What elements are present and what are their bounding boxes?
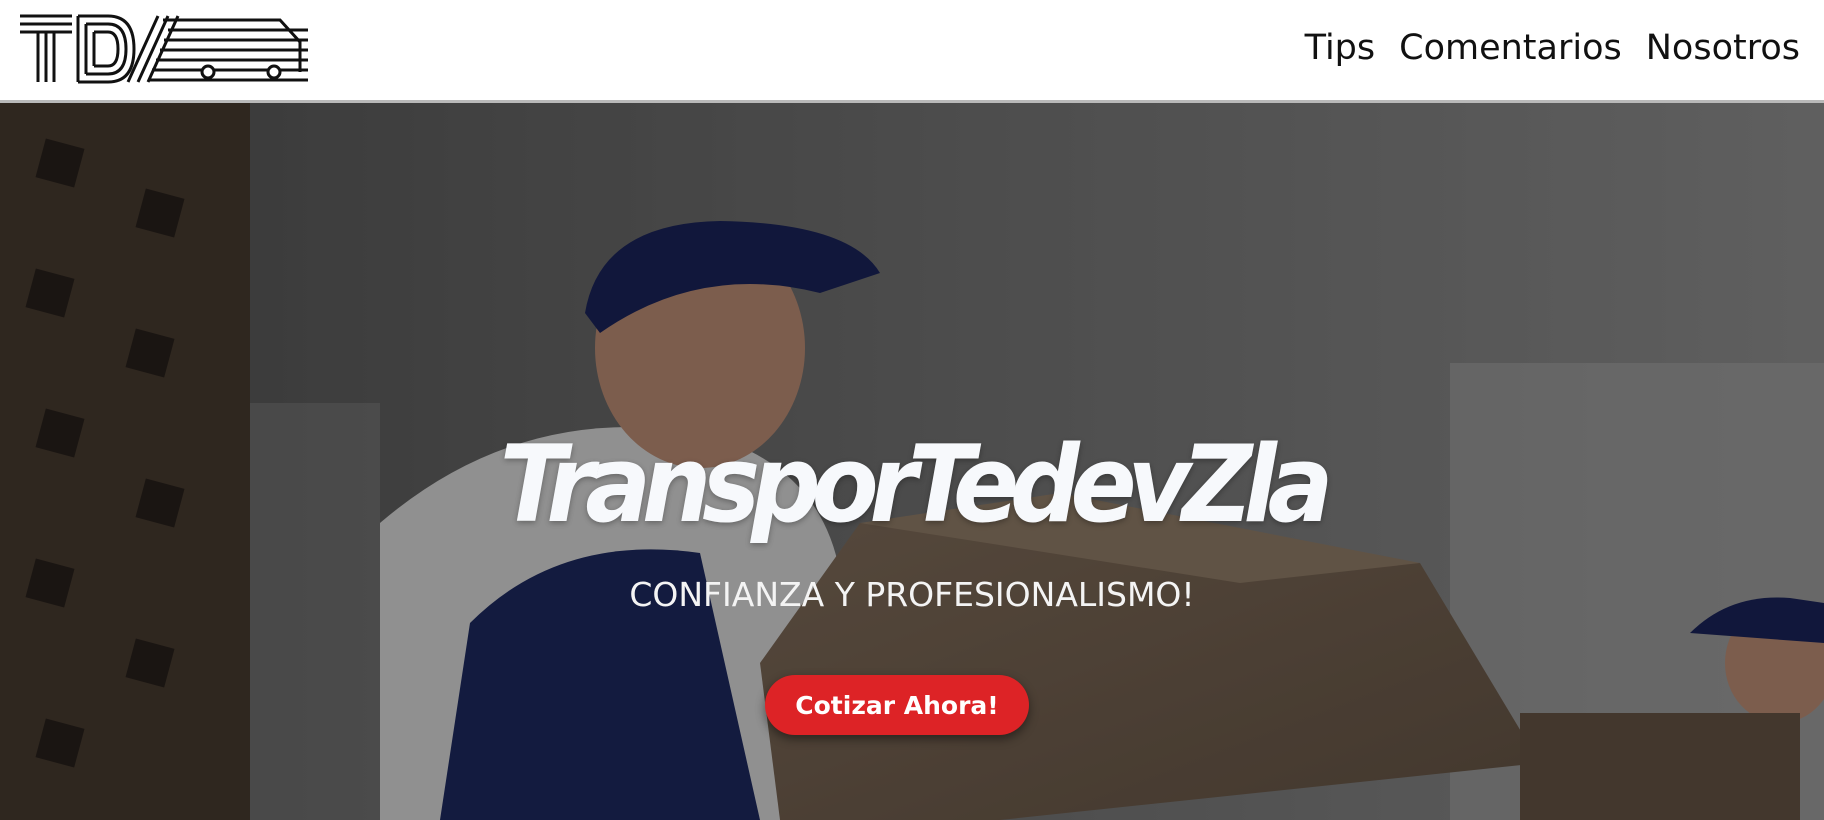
tdv-logo[interactable] bbox=[18, 12, 313, 86]
cotizar-ahora-button[interactable]: Cotizar Ahora! bbox=[765, 675, 1029, 735]
nav-link-nosotros[interactable]: Nosotros bbox=[1634, 24, 1812, 72]
nav-link-comentarios[interactable]: Comentarios bbox=[1387, 24, 1634, 72]
main-nav: Tips Comentarios Nosotros bbox=[1293, 24, 1812, 72]
hero-title: TransporTedevZla bbox=[499, 423, 1334, 546]
hero-subtitle: CONFIANZA Y PROFESIONALISMO! bbox=[629, 575, 1195, 614]
nav-link-tips[interactable]: Tips bbox=[1293, 24, 1387, 72]
site-header: Tips Comentarios Nosotros bbox=[0, 0, 1824, 103]
hero-section: TransporTedevZla CONFIANZA Y PROFESIONAL… bbox=[0, 103, 1824, 820]
